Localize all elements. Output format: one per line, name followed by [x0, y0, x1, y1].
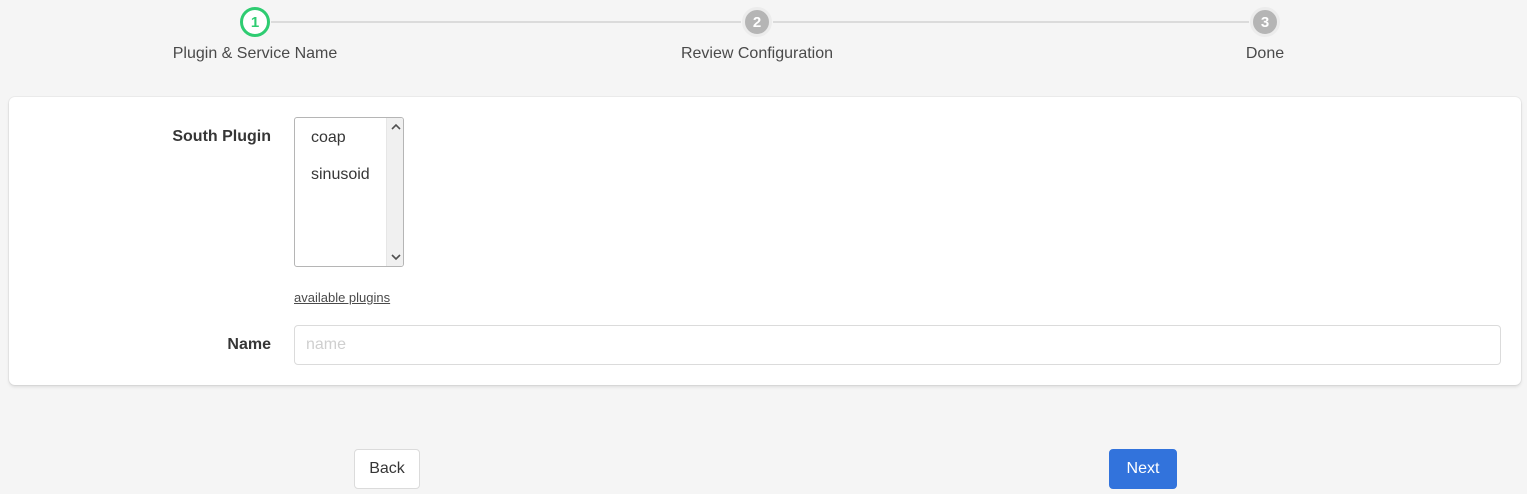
chevron-down-icon[interactable] — [387, 249, 403, 266]
south-plugin-select[interactable]: coap sinusoid — [294, 117, 404, 267]
form-card: South Plugin coap sinusoid available plu… — [9, 97, 1521, 385]
plugin-option-coap[interactable]: coap — [311, 129, 346, 147]
plugin-list-scrollbar[interactable] — [386, 118, 403, 266]
step-1-label: Plugin & Service Name — [172, 45, 338, 62]
name-input[interactable] — [294, 325, 1501, 365]
step-3-indicator: 3 — [1250, 7, 1280, 37]
step-1-indicator: 1 — [240, 7, 270, 37]
step-connector — [271, 21, 741, 23]
chevron-up-icon[interactable] — [387, 118, 403, 135]
wizard-stepper: 1 2 3 Plugin & Service Name Review Confi… — [0, 0, 1527, 80]
plugin-option-sinusoid[interactable]: sinusoid — [311, 166, 370, 184]
back-button[interactable]: Back — [354, 449, 420, 489]
name-label: Name — [227, 336, 271, 353]
available-plugins-link[interactable]: available plugins — [294, 290, 390, 305]
step-2-indicator: 2 — [742, 7, 772, 37]
south-plugin-label: South Plugin — [172, 128, 271, 145]
next-button[interactable]: Next — [1109, 449, 1177, 489]
step-3-label: Done — [1245, 45, 1285, 62]
step-2-label: Review Configuration — [680, 45, 834, 62]
step-connector — [773, 21, 1249, 23]
